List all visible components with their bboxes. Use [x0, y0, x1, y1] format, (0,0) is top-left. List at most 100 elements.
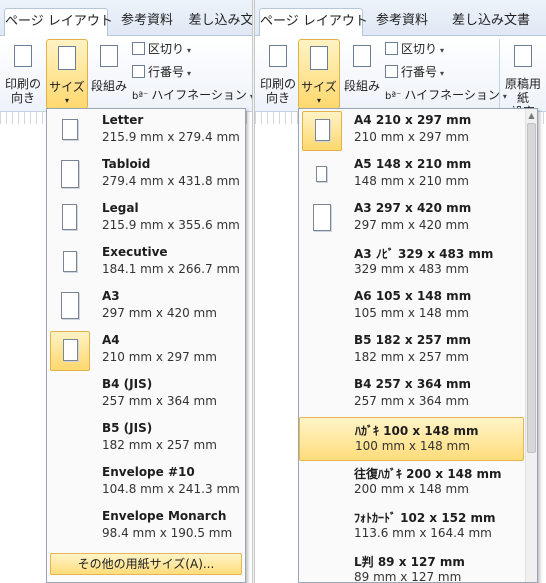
tab-mailings[interactable]: 差し込み文	[186, 8, 252, 36]
breaks-label: 区切り	[148, 42, 185, 56]
paper-size-item[interactable]: A3 297 x 420 mm 297 mm x 420 mm	[299, 197, 537, 241]
paper-size-icon	[58, 46, 76, 70]
paper-dimensions: 148 mm x 210 mm	[354, 174, 469, 188]
paper-size-item[interactable]: Executive 184.1 mm x 266.7 mm	[47, 241, 245, 285]
paper-name: B5 (JIS)	[102, 421, 153, 435]
paper-dimensions: 279.4 mm x 431.8 mm	[102, 174, 240, 188]
hyphenation-button[interactable]: bª⁻ ハイフネーション ▾	[385, 86, 507, 106]
paper-name: A3	[102, 289, 120, 303]
line-numbers-button[interactable]: 行番号 ▾	[385, 63, 444, 83]
paper-name: Executive	[102, 245, 168, 259]
line-numbers-icon	[132, 65, 145, 78]
size-label: サイズ	[49, 80, 85, 94]
paper-dimensions: 182 mm x 257 mm	[102, 438, 217, 452]
paper-size-item[interactable]: B4 (JIS) 257 mm x 364 mm	[47, 373, 245, 417]
breaks-button[interactable]: 区切り ▾	[385, 40, 444, 60]
paper-dimensions: 215.9 mm x 355.6 mm	[102, 218, 240, 232]
columns-button[interactable]: 段組み	[90, 39, 128, 109]
page-thumbnail	[50, 243, 90, 283]
paper-size-item-selected[interactable]: A4 210 mm x 297 mm	[47, 329, 245, 373]
paper-size-item-selected[interactable]: A4 210 x 297 mm 210 mm x 297 mm	[299, 109, 537, 153]
paper-size-item[interactable]: ﾌｫﾄｶｰﾄﾞ 102 x 152 mm 113.6 mm x 164.4 mm	[299, 505, 537, 549]
tab-page-layout[interactable]: ページ レイアウト	[4, 8, 113, 36]
paper-name: B4 257 x 364 mm	[354, 377, 472, 391]
paper-name: B4 (JIS)	[102, 377, 153, 391]
paper-size-item[interactable]: B5 182 x 257 mm 182 mm x 257 mm	[299, 329, 537, 373]
paper-size-item[interactable]: L判 89 x 127 mm 89 mm x 127 mm	[299, 549, 537, 583]
line-numbers-button[interactable]: 行番号 ▾	[132, 63, 191, 83]
paper-size-item-hover[interactable]: ﾊｶﾞｷ 100 x 148 mm 100 mm x 148 mm	[299, 417, 524, 461]
paper-dimensions: 215.9 mm x 279.4 mm	[102, 130, 240, 144]
print-orientation-label: 印刷の 向き	[4, 77, 41, 105]
size-button[interactable]: サイズ ▾	[298, 39, 340, 109]
paper-dimensions: 98.4 mm x 190.5 mm	[102, 526, 233, 540]
page-thumbnail	[302, 155, 342, 195]
paper-size-item[interactable]: Tabloid 279.4 mm x 431.8 mm	[47, 153, 245, 197]
paper-name: L判 89 x 127 mm	[354, 555, 465, 569]
paper-dimensions: 100 mm x 148 mm	[355, 439, 470, 453]
orientation-icon	[14, 45, 32, 67]
breaks-button[interactable]: 区切り ▾	[132, 40, 191, 60]
paper-name: A4	[102, 333, 120, 347]
more-paper-sizes-button[interactable]: その他の用紙サイズ(A)...	[50, 553, 242, 575]
chevron-down-icon: ▾	[187, 69, 192, 78]
paper-dimensions: 210 mm x 297 mm	[102, 350, 217, 364]
paper-size-item[interactable]: Letter 215.9 mm x 279.4 mm	[47, 109, 245, 153]
paper-name: Legal	[102, 201, 139, 215]
size-label: サイズ	[301, 80, 337, 94]
page-thumbnail	[50, 111, 90, 151]
paper-size-item[interactable]: B5 (JIS) 182 mm x 257 mm	[47, 417, 245, 461]
left-panel: ページ レイアウト 参考資料 差し込み文 印刷の 向き サイズ ▾ 段組み 区切…	[0, 0, 252, 583]
paper-name: Tabloid	[102, 157, 151, 171]
page-thumbnail	[50, 331, 90, 371]
paper-dimensions: 329 mm x 483 mm	[354, 262, 469, 276]
paper-size-item[interactable]: A3 297 mm x 420 mm	[47, 285, 245, 329]
paper-name: A5 148 x 210 mm	[354, 157, 472, 171]
orientation-icon	[269, 45, 287, 67]
paper-dimensions: 257 mm x 364 mm	[354, 394, 469, 408]
hyphenation-label: ハイフネーション	[151, 88, 247, 102]
menu-scrollbar[interactable]: ▲	[525, 109, 537, 582]
paper-size-item[interactable]: Legal 215.9 mm x 355.6 mm	[47, 197, 245, 241]
paper-dimensions: 104.8 mm x 241.3 mm	[102, 482, 240, 496]
scroll-up-icon[interactable]: ▲	[527, 111, 536, 120]
paper-size-item[interactable]: Envelope #10 104.8 mm x 241.3 mm	[47, 461, 245, 505]
paper-size-item[interactable]: A3 ﾉﾋﾞ 329 x 483 mm 329 mm x 483 mm	[299, 241, 537, 285]
hyphenation-button[interactable]: bª⁻ ハイフネーション ▾	[132, 86, 252, 106]
tab-references[interactable]: 参考資料	[367, 8, 437, 36]
breaks-icon	[132, 42, 145, 55]
paper-name: A3 ﾉﾋﾞ 329 x 483 mm	[354, 247, 494, 261]
paper-size-item[interactable]: A5 148 x 210 mm 148 mm x 210 mm	[299, 153, 537, 197]
columns-icon	[353, 45, 371, 67]
print-orientation-button[interactable]: 印刷の 向き	[257, 39, 299, 109]
paper-size-item[interactable]: B4 257 x 364 mm 257 mm x 364 mm	[299, 373, 537, 417]
paper-dimensions: 297 mm x 420 mm	[354, 218, 469, 232]
scrollbar-thumb[interactable]	[527, 123, 536, 453]
breaks-icon	[385, 42, 398, 55]
columns-button[interactable]: 段組み	[343, 39, 381, 109]
paper-dimensions: 89 mm x 127 mm	[354, 570, 462, 583]
columns-label: 段組み	[343, 79, 380, 93]
paper-name: A4 210 x 297 mm	[354, 113, 472, 127]
page-thumbnail	[50, 155, 90, 195]
paper-dimensions: 113.6 mm x 164.4 mm	[354, 526, 492, 540]
line-numbers-icon	[385, 65, 398, 78]
paper-dimensions: 200 mm x 148 mm	[354, 482, 469, 496]
tab-page-layout[interactable]: ページ レイアウト	[259, 8, 368, 36]
paper-name: ﾊｶﾞｷ 100 x 148 mm	[355, 424, 479, 438]
paper-name: B5 182 x 257 mm	[354, 333, 472, 347]
paper-size-item[interactable]: A6 105 x 148 mm 105 mm x 148 mm	[299, 285, 537, 329]
paper-size-item[interactable]: 往復ﾊｶﾞｷ 200 x 148 mm 200 mm x 148 mm	[299, 461, 537, 505]
tab-references[interactable]: 参考資料	[112, 8, 182, 36]
chevron-down-icon: ▾	[440, 69, 445, 78]
tab-mailings[interactable]: 差し込み文書	[443, 8, 539, 36]
hyphenation-icon: bª⁻	[385, 91, 402, 102]
paper-size-item[interactable]: Envelope Monarch 98.4 mm x 190.5 mm	[47, 505, 245, 549]
page-thumbnail	[302, 111, 342, 151]
print-orientation-button[interactable]: 印刷の 向き	[2, 39, 44, 109]
right-panel: ページ レイアウト 参考資料 差し込み文書 印刷の 向き サイズ ▾ 段組み 区…	[255, 0, 546, 583]
chevron-down-icon: ▾	[440, 46, 445, 55]
size-button[interactable]: サイズ ▾	[46, 39, 88, 109]
manuscript-settings-button[interactable]: 原稿用紙 設定	[499, 39, 545, 119]
paper-size-menu: Letter 215.9 mm x 279.4 mm Tabloid 279.4…	[46, 108, 246, 583]
